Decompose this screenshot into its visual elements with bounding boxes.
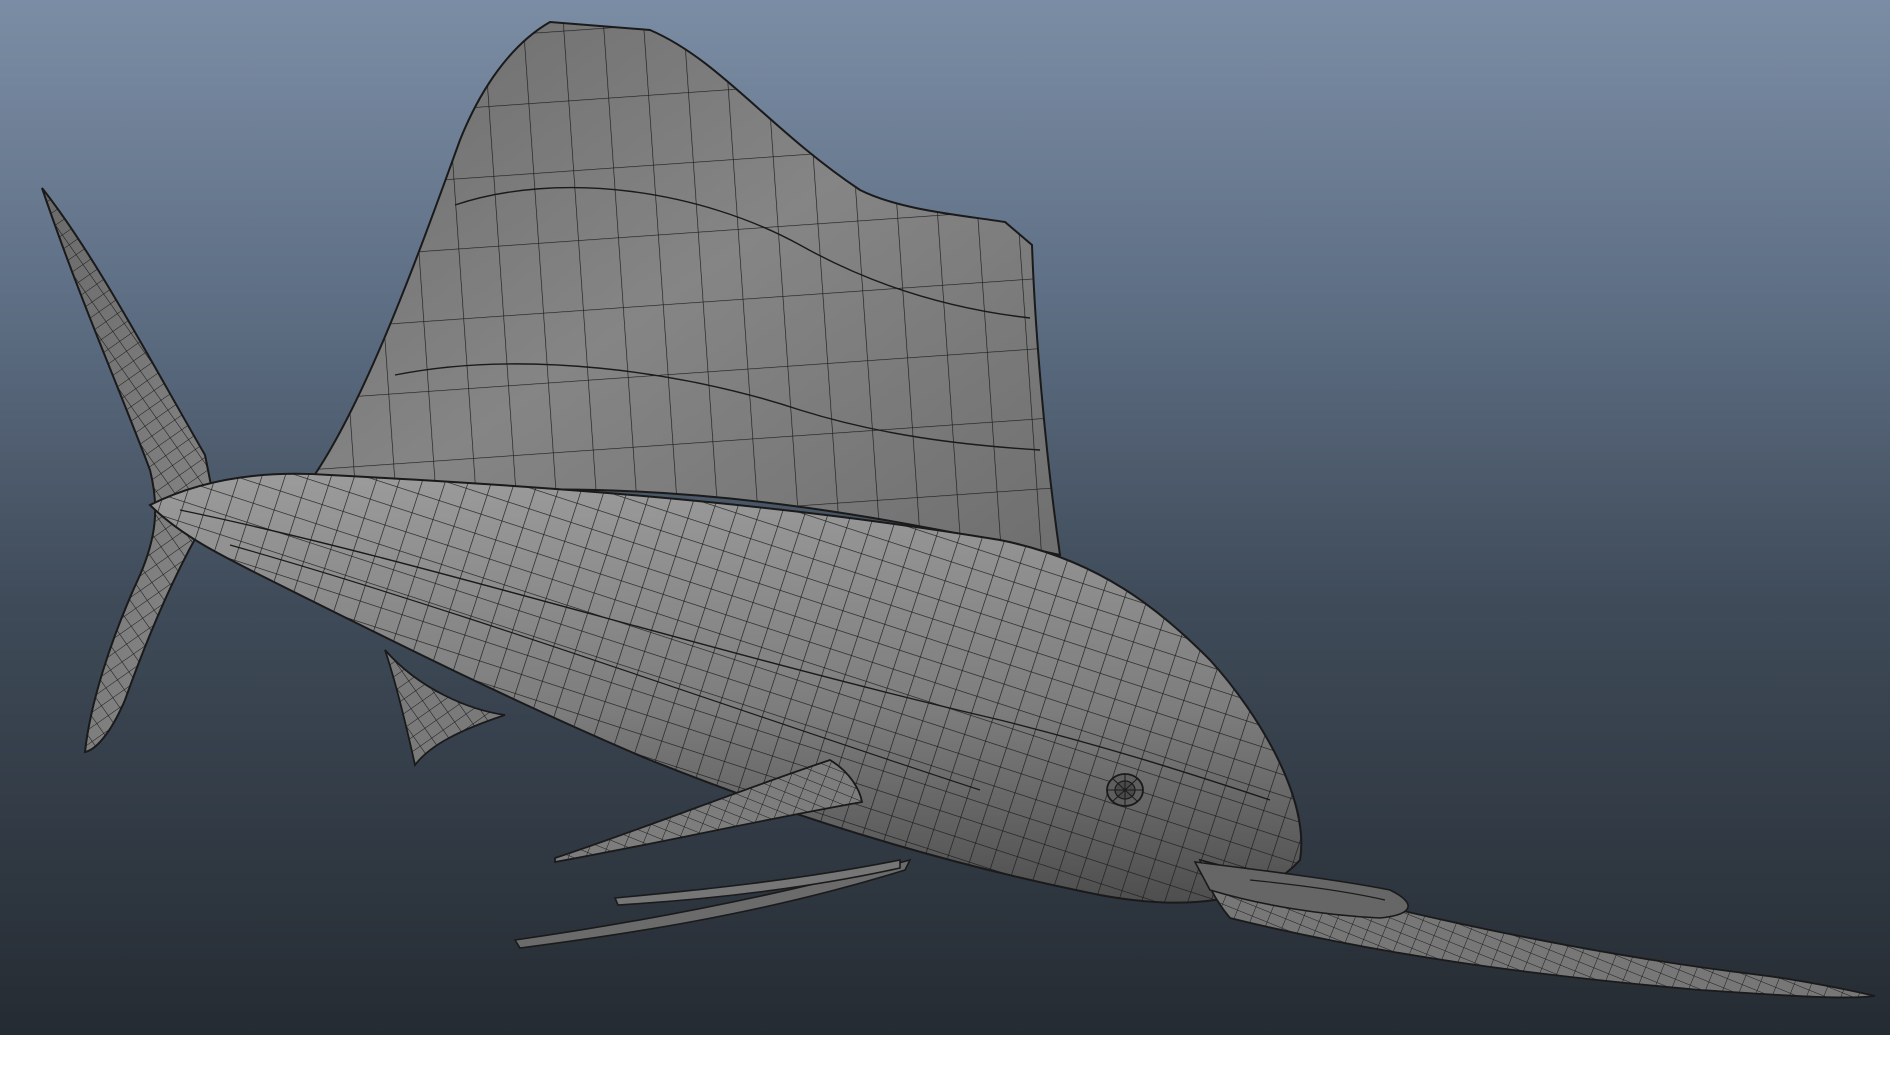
bottom-blank-strip <box>0 1035 1890 1080</box>
eye-mesh <box>1106 773 1144 807</box>
pelvic-fins-mesh <box>513 858 912 949</box>
viewport-canvas[interactable] <box>0 0 1890 1035</box>
body-mesh <box>148 472 1303 904</box>
tail-fin-mesh <box>41 187 217 754</box>
3d-viewport[interactable] <box>0 0 1890 1035</box>
dorsal-sail-mesh <box>297 20 1062 557</box>
